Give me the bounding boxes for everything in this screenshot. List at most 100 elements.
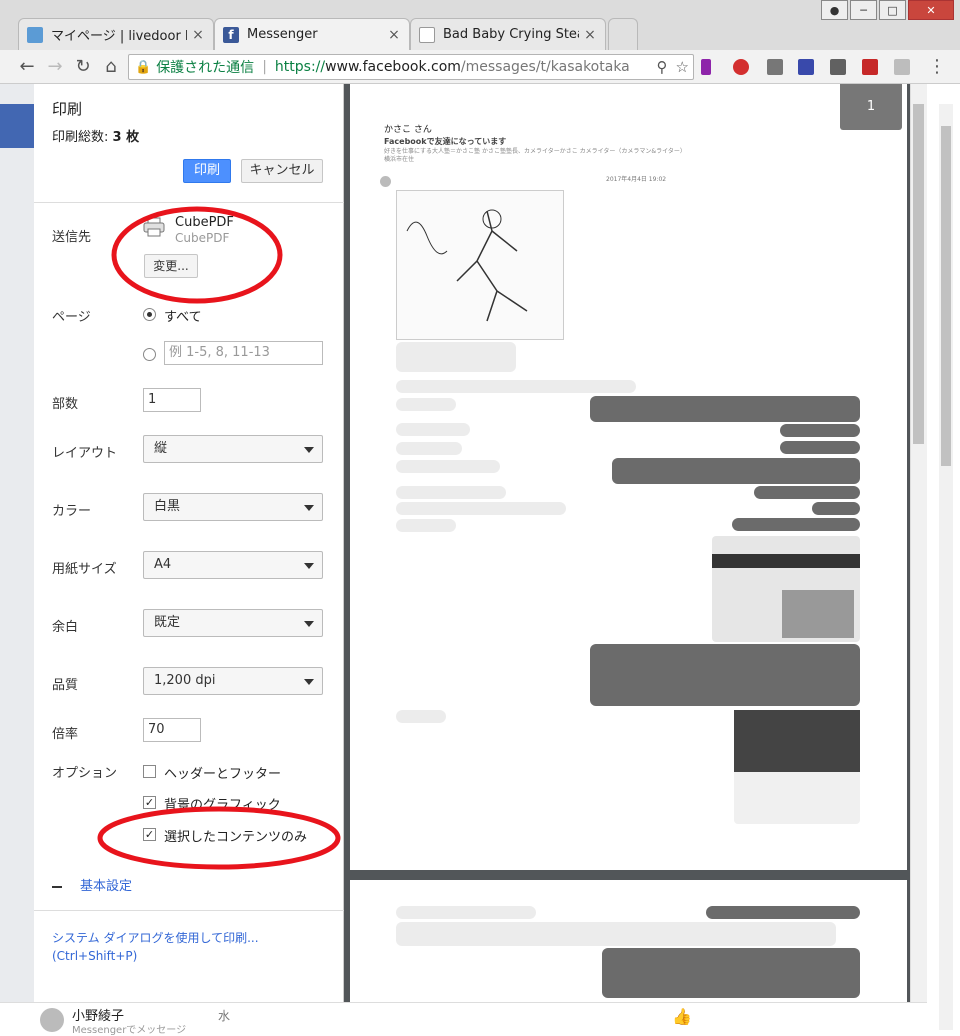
menu-icon[interactable]: ⋮ <box>926 56 948 78</box>
tab-label: Bad Baby Crying Steal <box>443 27 579 42</box>
pages-all-label: すべて <box>164 310 202 325</box>
background-graphics-label: 背景のグラフィック <box>164 798 281 813</box>
divider <box>34 910 344 911</box>
margins-label: 余白 <box>52 620 79 635</box>
collapse-icon <box>52 885 62 888</box>
browser-titlebar: マイページ | livedoor B × f Messenger × Bad B… <box>0 0 960 50</box>
extension-icon[interactable] <box>733 59 749 75</box>
location: 横浜市在住 <box>384 156 415 163</box>
basic-settings-toggle[interactable]: 基本設定 <box>52 875 132 894</box>
message-bubble <box>602 948 860 998</box>
message-bubble <box>612 458 860 484</box>
message-bubble <box>780 424 860 437</box>
scale-label: 倍率 <box>52 727 79 742</box>
bookmark-star-icon[interactable]: ☆ <box>676 58 689 76</box>
selection-only-checkbox[interactable]: ✓ <box>143 828 156 841</box>
message-bubble <box>706 906 860 919</box>
sheet-count: 印刷総数: 3 枚 <box>52 126 139 145</box>
layout-select[interactable]: 縦 <box>143 435 323 463</box>
extension-icon[interactable] <box>862 59 878 75</box>
tab-livedoor[interactable]: マイページ | livedoor B × <box>18 18 214 50</box>
message-bubble <box>396 922 836 946</box>
minimize-button[interactable]: ─ <box>850 0 877 20</box>
back-icon[interactable]: ← <box>16 56 38 78</box>
system-dialog-shortcut: (Ctrl+Shift+P) <box>52 949 138 963</box>
extension-icon[interactable] <box>767 59 783 75</box>
tab-bad-baby[interactable]: Bad Baby Crying Steal × <box>410 18 606 50</box>
preview-page <box>350 880 907 1002</box>
change-destination-button[interactable]: 変更... <box>144 254 198 278</box>
tab-label: Messenger <box>247 27 318 42</box>
reload-icon[interactable]: ↻ <box>72 56 94 78</box>
message-bubble <box>590 396 860 422</box>
thumbs-up-icon[interactable]: 👍 <box>672 1007 692 1026</box>
message-bubble <box>812 502 860 515</box>
background-graphics-checkbox[interactable]: ✓ <box>143 796 156 809</box>
close-icon[interactable]: × <box>191 27 205 43</box>
system-dialog-link[interactable]: システム ダイアログを使用して印刷... (Ctrl+Shift+P) <box>52 929 259 965</box>
forward-icon[interactable]: → <box>44 56 66 78</box>
facebook-icon: f <box>223 26 239 43</box>
extension-icon[interactable] <box>798 59 814 75</box>
url-scheme: https:// <box>274 59 326 75</box>
message-bubble <box>396 519 456 532</box>
maximize-button[interactable]: □ <box>879 0 906 20</box>
quality-select[interactable]: 1,200 dpi <box>143 667 323 695</box>
home-icon[interactable]: ⌂ <box>100 56 122 78</box>
close-icon[interactable]: × <box>387 27 401 43</box>
pages-all-radio[interactable] <box>143 308 156 321</box>
page-scrollbar-thumb[interactable] <box>941 126 951 466</box>
paper-size-select[interactable]: A4 <box>143 551 323 579</box>
color-select[interactable]: 白黒 <box>143 493 323 521</box>
extension-icon[interactable] <box>894 59 910 75</box>
headers-footers-checkbox[interactable] <box>143 765 156 778</box>
avatar <box>380 176 391 187</box>
page-range-input[interactable]: 例 1-5, 8, 11-13 <box>164 341 323 365</box>
extension-icon[interactable] <box>701 59 711 75</box>
window-controls: ● ─ □ ✕ <box>819 0 954 20</box>
browser-toolbar: ← → ↻ ⌂ 🔒 保護された通信 | https:// www.faceboo… <box>0 50 960 84</box>
message-bubble <box>590 644 860 706</box>
address-bar[interactable]: 🔒 保護された通信 | https:// www.facebook.com /m… <box>128 54 694 80</box>
user-icon[interactable]: ● <box>821 0 848 20</box>
bottom-subtitle: Messengerでメッセージ <box>72 1025 187 1036</box>
print-button[interactable]: 印刷 <box>183 159 231 183</box>
message-bubble <box>396 502 566 515</box>
scale-input[interactable]: 70 <box>143 718 201 742</box>
selection-only-label: 選択したコンテンツのみ <box>164 830 308 845</box>
cancel-button[interactable]: キャンセル <box>241 159 323 183</box>
divider <box>34 202 344 203</box>
system-dialog-label: システム ダイアログを使用して印刷... <box>52 931 259 945</box>
preview-scrollbar-thumb[interactable] <box>913 104 924 444</box>
drawing-image <box>396 190 564 340</box>
pages-label: ページ <box>52 310 91 325</box>
layout-label: レイアウト <box>52 446 118 461</box>
margins-select[interactable]: 既定 <box>143 609 323 637</box>
new-tab-button[interactable] <box>608 18 638 50</box>
lock-icon: 🔒 <box>135 59 152 75</box>
address-separator: | <box>262 59 267 75</box>
basic-settings-label: 基本設定 <box>80 879 133 894</box>
print-settings-panel: 印刷 印刷総数: 3 枚 印刷 キャンセル 送信先 CubePDF CubePD… <box>34 84 344 1002</box>
contact-name: かさこ さん <box>384 125 432 135</box>
close-icon[interactable]: × <box>583 27 597 43</box>
message-bubble <box>396 710 446 723</box>
copies-label: 部数 <box>52 397 79 412</box>
page-number-badge: 1 <box>840 84 902 130</box>
pages-range-radio[interactable] <box>143 348 156 361</box>
date-stamp: 2017年4月4日 19:02 <box>606 176 667 183</box>
options-label: オプション <box>52 766 118 781</box>
window-close-button[interactable]: ✕ <box>908 0 954 20</box>
printer-name: CubePDF <box>175 215 234 230</box>
color-label: カラー <box>52 504 92 519</box>
tab-messenger[interactable]: f Messenger × <box>214 18 410 50</box>
paper-size-label: 用紙サイズ <box>52 562 117 577</box>
avatar <box>40 1008 64 1032</box>
message-bubble <box>396 442 462 455</box>
zoom-icon[interactable]: ⚲ <box>657 58 668 76</box>
livedoor-icon <box>27 26 43 43</box>
extension-icon[interactable] <box>830 59 846 75</box>
destination-label: 送信先 <box>52 230 92 245</box>
copies-input[interactable]: 1 <box>143 388 201 412</box>
profile-line: 好きを仕事にする大人塾＝かさこ塾 かさこ塾塾長、カメライターかさこ カメライター… <box>384 148 686 155</box>
